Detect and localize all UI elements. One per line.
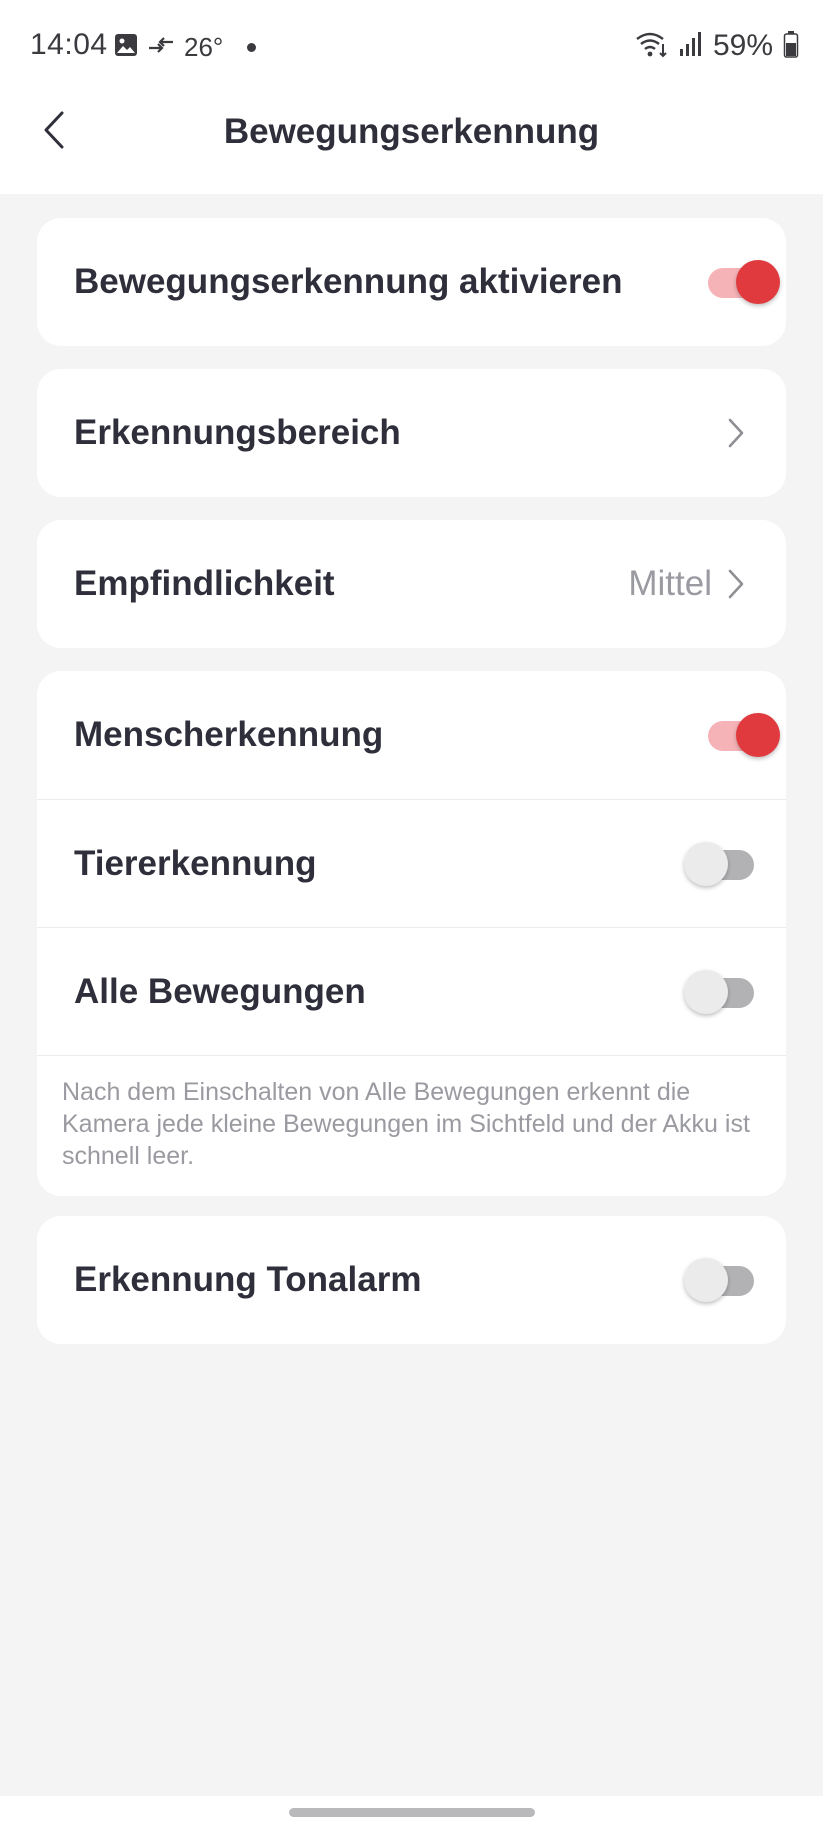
- activate-motion-label: Bewegungserkennung aktivieren: [74, 262, 623, 301]
- toggle-knob: [736, 713, 780, 757]
- row-human-detection: Menscherkennung: [37, 671, 786, 799]
- toggle-knob: [684, 1258, 728, 1302]
- row-activate-motion: Bewegungserkennung aktivieren: [37, 218, 786, 346]
- data-transfer-icon: [148, 34, 174, 61]
- toggle-knob: [736, 260, 780, 304]
- all-motion-note: Nach dem Einschalten von Alle Bewegungen…: [37, 1055, 786, 1196]
- page-title: Bewegungserkennung: [223, 112, 600, 151]
- activate-motion-toggle-wrap: [702, 218, 780, 346]
- status-left-icons: 26°: [114, 30, 257, 64]
- human-detection-toggle-wrap: [702, 671, 780, 799]
- status-right-icons: 59%: [635, 28, 799, 64]
- gallery-icon: [114, 33, 138, 62]
- status-time: 14:04: [30, 28, 108, 61]
- tone-alarm-label: Erkennung Tonalarm: [74, 1260, 422, 1299]
- animal-detection-toggle-wrap: [684, 800, 762, 928]
- sensitivity-right: Mittel: [628, 520, 750, 648]
- card-detection-area: Erkennungsbereich: [37, 369, 786, 497]
- wifi-icon: [635, 30, 669, 63]
- all-motion-label: Alle Bewegungen: [74, 971, 366, 1011]
- card-activate-motion: Bewegungserkennung aktivieren: [37, 218, 786, 346]
- battery-percent: 59%: [712, 29, 773, 62]
- sensitivity-label: Empfindlichkeit: [74, 564, 335, 603]
- home-indicator[interactable]: [289, 1808, 535, 1817]
- row-animal-detection: Tiererkennung: [37, 799, 786, 927]
- detection-area-right: [722, 369, 750, 497]
- card-detection-types: Menscherkennung Tiererkennung Alle Beweg…: [37, 671, 786, 1196]
- row-all-motion: Alle Bewegungen: [37, 927, 786, 1055]
- row-detection-area[interactable]: Erkennungsbereich: [37, 369, 786, 497]
- notification-dot-icon: [247, 42, 257, 52]
- signal-icon: [679, 31, 703, 62]
- all-motion-toggle-wrap: [684, 928, 762, 1056]
- header: Bewegungserkennung: [0, 92, 823, 194]
- row-tone-alarm: Erkennung Tonalarm: [37, 1216, 786, 1344]
- toggle-knob: [684, 970, 728, 1014]
- card-sensitivity: Empfindlichkeit Mittel: [37, 520, 786, 648]
- human-detection-label: Menscherkennung: [74, 715, 384, 754]
- chevron-right-icon: [722, 564, 750, 604]
- toggle-knob: [684, 842, 728, 886]
- all-motion-toggle[interactable]: [684, 968, 762, 1016]
- status-temperature: 26°: [184, 31, 224, 62]
- sensitivity-value: Mittel: [628, 564, 712, 603]
- tone-alarm-toggle-wrap: [684, 1216, 762, 1344]
- top-bar: 14:04 26° 59% Bewegungserkennung: [0, 0, 823, 194]
- detection-area-label: Erkennungsbereich: [74, 413, 401, 452]
- human-detection-toggle[interactable]: [702, 711, 780, 759]
- animal-detection-toggle[interactable]: [684, 840, 762, 888]
- battery-icon: [783, 30, 799, 63]
- animal-detection-label: Tiererkennung: [74, 843, 317, 883]
- chevron-right-icon: [722, 413, 750, 453]
- tone-alarm-toggle[interactable]: [684, 1256, 762, 1304]
- status-bar: 14:04 26° 59%: [0, 0, 823, 92]
- row-sensitivity[interactable]: Empfindlichkeit Mittel: [37, 520, 786, 648]
- activate-motion-toggle[interactable]: [702, 258, 780, 306]
- card-tone-alarm: Erkennung Tonalarm: [37, 1216, 786, 1344]
- screen: 14:04 26° 59% Bewegungserkennung Bewegun…: [0, 0, 823, 1828]
